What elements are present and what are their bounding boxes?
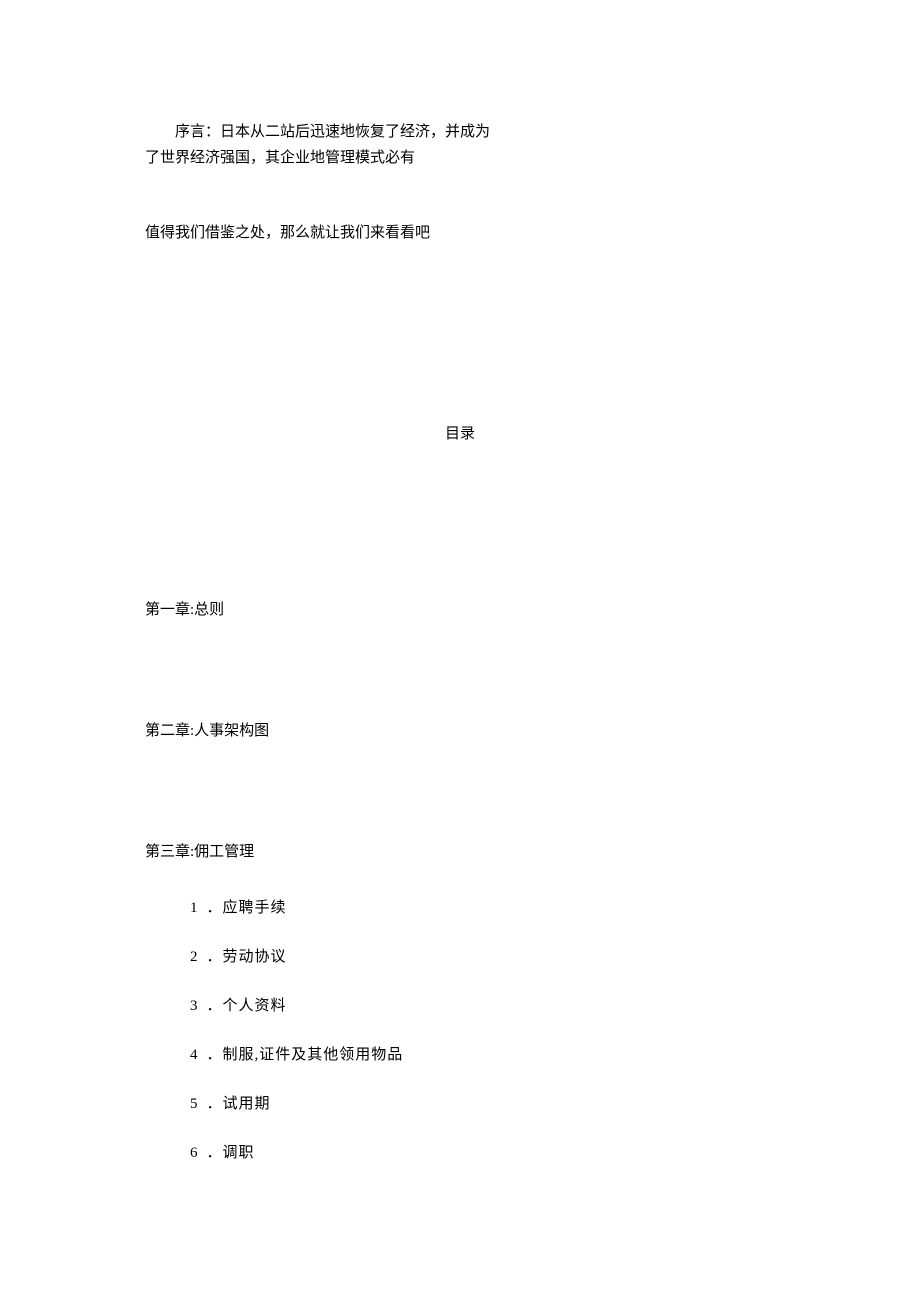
- preface-line-2: 了世界经济强国，其企业地管理模式必有: [145, 146, 775, 172]
- toc-title: 目录: [145, 422, 775, 443]
- toc-item-text: ．制服,证件及其他领用物品: [207, 1047, 404, 1063]
- toc-item-text: ．试用期: [207, 1096, 271, 1112]
- chapter-1-title: 第一章:总则: [145, 598, 775, 619]
- toc-item-text: ．应聘手续: [207, 900, 287, 916]
- document-page: 序言：日本从二站后迅速地恢复了经济，并成为 了世界经济强国，其企业地管理模式必有…: [0, 0, 920, 1162]
- chapter-2-title: 第二章:人事架构图: [145, 719, 775, 740]
- toc-item-2: 2 ．劳动协议: [145, 945, 775, 966]
- toc-item-num: 4: [190, 1047, 199, 1064]
- toc-item-num: 3: [190, 998, 199, 1015]
- toc-item-4: 4 ．制服,证件及其他领用物品: [145, 1043, 775, 1064]
- preface-line-3: 值得我们借鉴之处，那么就让我们来看看吧: [145, 221, 775, 247]
- toc-item-text: ．劳动协议: [207, 949, 287, 965]
- toc-item-num: 1: [190, 900, 199, 917]
- toc-item-3: 3 ．个人资料: [145, 994, 775, 1015]
- toc-item-num: 2: [190, 949, 199, 966]
- toc-item-6: 6 ．调职: [145, 1141, 775, 1162]
- preface-line-1: 序言：日本从二站后迅速地恢复了经济，并成为: [145, 120, 775, 146]
- toc-item-5: 5 ．试用期: [145, 1092, 775, 1113]
- toc-item-text: ．个人资料: [207, 998, 287, 1014]
- preface-block: 序言：日本从二站后迅速地恢复了经济，并成为 了世界经济强国，其企业地管理模式必有…: [145, 120, 775, 247]
- toc-item-num: 6: [190, 1145, 199, 1162]
- chapter-3-title: 第三章:佣工管理: [145, 840, 775, 861]
- toc-item-1: 1 ．应聘手续: [145, 896, 775, 917]
- toc-item-num: 5: [190, 1096, 199, 1113]
- toc-item-text: ．调职: [207, 1145, 255, 1161]
